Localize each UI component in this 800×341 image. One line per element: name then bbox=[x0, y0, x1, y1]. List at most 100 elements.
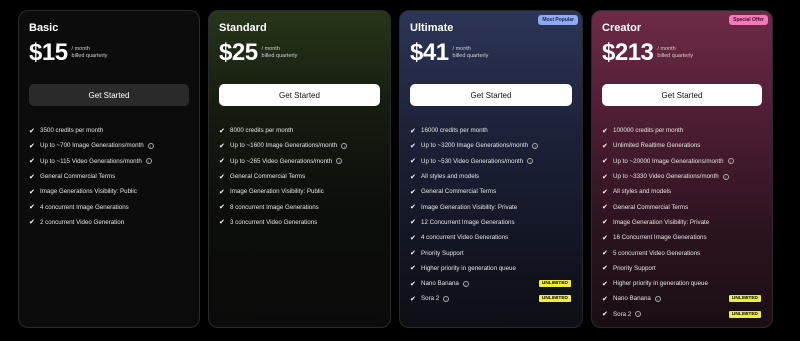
feature-item: ✔ Higher priority in generation queue bbox=[602, 276, 762, 291]
feature-text: Sora 2 bbox=[613, 310, 632, 318]
feature-item: ✔ Nano Banana i UNLIMITED bbox=[602, 291, 762, 306]
feature-text: 16 Concurrent Image Generations bbox=[613, 234, 707, 242]
check-icon: ✔ bbox=[602, 234, 608, 242]
feature-text: 16000 credits per month bbox=[421, 127, 488, 135]
feature-text: Up to ~3200 Image Generations/month bbox=[421, 142, 529, 150]
period-label: / month bbox=[71, 45, 90, 52]
feature-list: ✔ 8000 credits per month ✔ Up to ~1600 Imag… bbox=[219, 123, 380, 230]
feature-item: ✔ General Commercial Terms bbox=[602, 199, 762, 214]
info-icon[interactable]: i bbox=[147, 142, 154, 149]
plan-card-standard: Standard $25 / month billed quarterly Ge… bbox=[208, 10, 391, 328]
info-icon[interactable]: i bbox=[443, 295, 450, 302]
feature-item: ✔ 12 Concurrent Image Generations bbox=[410, 215, 572, 230]
get-started-button[interactable]: Get Started bbox=[219, 84, 380, 106]
plan-name: Basic bbox=[29, 22, 59, 34]
price-row: $25 / month billed quarterly bbox=[219, 41, 297, 65]
feature-item: ✔ 2 concurrent Video Generation bbox=[29, 215, 189, 230]
feature-text: Image Generation Visibility: Public bbox=[230, 188, 324, 196]
feature-item: ✔ 3 concurrent Video Generations bbox=[219, 215, 380, 230]
feature-text: Up to ~3330 Video Generations/month bbox=[613, 173, 719, 181]
feature-text: 3 concurrent Video Generations bbox=[230, 218, 318, 226]
get-started-button[interactable]: Get Started bbox=[602, 84, 762, 106]
check-icon: ✔ bbox=[410, 280, 416, 288]
feature-text: General Commercial Terms bbox=[230, 173, 306, 181]
feature-item: ✔ Up to ~700 Image Generations/month i bbox=[29, 138, 189, 153]
check-icon: ✔ bbox=[602, 127, 608, 135]
check-icon: ✔ bbox=[410, 188, 416, 196]
price-period: / month billed quarterly bbox=[453, 46, 489, 61]
feature-item: ✔ Unlimited Realtime Generations bbox=[602, 138, 762, 153]
get-started-button[interactable]: Get Started bbox=[29, 84, 189, 106]
feature-item: ✔ Up to ~3330 Video Generations/month i bbox=[602, 169, 762, 184]
check-icon: ✔ bbox=[602, 311, 608, 319]
info-icon[interactable]: i bbox=[727, 158, 734, 165]
plan-name: Creator bbox=[602, 22, 642, 34]
feature-item: ✔ All styles and models bbox=[602, 184, 762, 199]
feature-text: Image Generation Visibility: Private bbox=[421, 203, 518, 211]
billing-label: billed quarterly bbox=[657, 53, 694, 59]
info-icon[interactable]: i bbox=[722, 173, 729, 180]
feature-item: ✔ 100000 credits per month bbox=[602, 123, 762, 138]
info-icon[interactable]: i bbox=[462, 280, 469, 287]
feature-text: Priority Support bbox=[421, 249, 464, 257]
feature-item: ✔ Image Generation Visibility: Private bbox=[410, 199, 572, 214]
check-icon: ✔ bbox=[29, 173, 35, 181]
feature-item: ✔ 5 concurrent Video Generations bbox=[602, 245, 762, 260]
feature-text: 4 concurrent Video Generations bbox=[421, 234, 509, 242]
check-icon: ✔ bbox=[219, 142, 225, 150]
feature-item: ✔ Nano Banana i UNLIMITED bbox=[410, 276, 572, 291]
unlimited-badge: UNLIMITED bbox=[537, 294, 572, 304]
plan-name: Standard bbox=[219, 22, 267, 34]
check-icon: ✔ bbox=[219, 173, 225, 181]
info-icon[interactable]: i bbox=[527, 158, 534, 165]
feature-item: ✔ General Commercial Terms bbox=[29, 169, 189, 184]
check-icon: ✔ bbox=[410, 204, 416, 212]
plan-price: $41 bbox=[410, 39, 449, 66]
info-icon[interactable]: i bbox=[635, 311, 642, 318]
feature-text: All styles and models bbox=[613, 188, 672, 196]
billing-label: billed quarterly bbox=[452, 53, 489, 59]
feature-item: ✔ Up to ~115 Video Generations/month i bbox=[29, 154, 189, 169]
price-period: / month billed quarterly bbox=[262, 46, 298, 61]
feature-item: ✔ Priority Support bbox=[602, 261, 762, 276]
feature-text: General Commercial Terms bbox=[40, 173, 116, 181]
feature-text: Higher priority in generation queue bbox=[421, 264, 516, 272]
check-icon: ✔ bbox=[29, 219, 35, 227]
feature-text: Higher priority in generation queue bbox=[613, 280, 708, 288]
feature-item: ✔ All styles and models bbox=[410, 169, 572, 184]
plan-name: Ultimate bbox=[410, 22, 454, 34]
info-icon[interactable]: i bbox=[654, 295, 661, 302]
feature-item: ✔ Sora 2 i UNLIMITED bbox=[602, 307, 762, 322]
check-icon: ✔ bbox=[219, 188, 225, 196]
feature-item: ✔ Higher priority in generation queue bbox=[410, 261, 572, 276]
feature-item: ✔ Image Generations Visibility: Public bbox=[29, 184, 189, 199]
feature-item: ✔ Priority Support bbox=[410, 245, 572, 260]
check-icon: ✔ bbox=[410, 127, 416, 135]
check-icon: ✔ bbox=[29, 142, 35, 150]
check-icon: ✔ bbox=[410, 219, 416, 227]
info-icon[interactable]: i bbox=[145, 158, 152, 165]
feature-item: ✔ Up to ~3200 Image Generations/month i bbox=[410, 138, 572, 153]
info-icon[interactable]: i bbox=[532, 142, 539, 149]
check-icon: ✔ bbox=[602, 295, 608, 303]
feature-item: ✔ 16 Concurrent Image Generations bbox=[602, 230, 762, 245]
feature-item: ✔ Up to ~1600 Image Generations/month i bbox=[219, 138, 380, 153]
feature-item: ✔ Up to ~20000 Image Generations/month i bbox=[602, 154, 762, 169]
feature-text: 100000 credits per month bbox=[613, 127, 684, 135]
check-icon: ✔ bbox=[410, 234, 416, 242]
special-offer-badge: Special Offer bbox=[729, 15, 768, 25]
unlimited-badge: UNLIMITED bbox=[537, 279, 572, 289]
feature-text: Up to ~1600 Image Generations/month bbox=[230, 142, 338, 150]
plan-card-creator: Special Offer Creator $213 / month bille… bbox=[591, 10, 773, 328]
feature-text: 8000 credits per month bbox=[230, 127, 294, 135]
feature-item: ✔ General Commercial Terms bbox=[410, 184, 572, 199]
get-started-button[interactable]: Get Started bbox=[410, 84, 572, 106]
check-icon: ✔ bbox=[410, 173, 416, 181]
feature-item: ✔ Image Generation Visibility: Private bbox=[602, 215, 762, 230]
price-period: / month billed quarterly bbox=[657, 46, 693, 61]
price-row: $15 / month billed quarterly bbox=[29, 41, 107, 65]
info-icon[interactable]: i bbox=[341, 142, 348, 149]
feature-text: 3500 credits per month bbox=[40, 127, 104, 135]
info-icon[interactable]: i bbox=[336, 158, 343, 165]
check-icon: ✔ bbox=[29, 188, 35, 196]
